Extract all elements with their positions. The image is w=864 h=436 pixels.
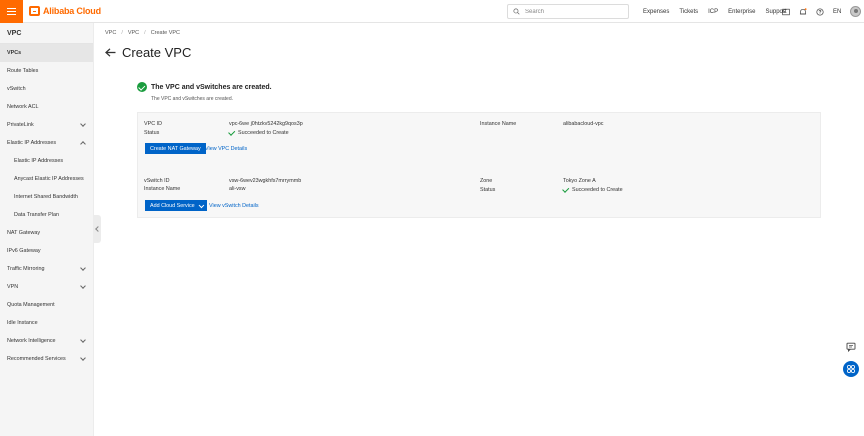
sidebar-item-idle-instance[interactable]: Idle Instance [0, 314, 93, 332]
success-check-icon [228, 128, 236, 136]
menu-icon[interactable] [0, 0, 23, 23]
success-subtitle: The VPC and vSwitches are created. [151, 96, 233, 102]
sidebar-item-data-transfer-plan[interactable]: Data Transfer Plan [0, 206, 93, 224]
sidebar-item-route-tables[interactable]: Route Tables [0, 62, 93, 80]
result-panel: VPC ID vpc-6we j0htzkv5242kg9qos3p Statu… [137, 112, 821, 218]
breadcrumb: VPC / VPC / Create VPC [105, 30, 180, 36]
feedback-button[interactable] [843, 339, 859, 355]
search-input[interactable] [525, 8, 620, 15]
sidebar-item-privatelink[interactable]: PrivateLink [0, 116, 93, 134]
chevron-down-icon [80, 121, 86, 127]
sidebar-title: VPC [0, 23, 93, 44]
sidebar: VPC VPCs Route Tables vSwitch Network AC… [0, 23, 94, 436]
chevron-down-icon [80, 265, 86, 271]
chevron-down-icon [80, 283, 86, 289]
chevron-down-icon [80, 337, 86, 343]
breadcrumb-vpc[interactable]: VPC [128, 30, 139, 36]
sidebar-item-label: Traffic Mirroring [7, 266, 45, 272]
sidebar-item-vpcs[interactable]: VPCs [0, 44, 93, 62]
vswitch-id-label: vSwitch ID [144, 178, 170, 184]
chevron-down-icon [80, 355, 86, 361]
grid-apps-icon [846, 364, 856, 374]
vswitch-id-value: vsw-6wev23wgkhfs7mrrymmb [229, 178, 302, 184]
sidebar-item-network-intelligence[interactable]: Network Intelligence [0, 332, 93, 350]
vpc-status-label: Status [144, 130, 160, 136]
sidebar-item-recommended-services[interactable]: Recommended Services [0, 350, 93, 368]
success-check-icon [137, 82, 147, 92]
sidebar-item-ipv6-gateway[interactable]: IPv6 Gateway [0, 242, 93, 260]
add-cloud-service-button[interactable]: Add Cloud Service [145, 200, 208, 211]
vpc-status-value: Succeeded to Create [238, 130, 289, 136]
sidebar-item-vpn[interactable]: VPN [0, 278, 93, 296]
back-arrow-icon[interactable] [105, 48, 116, 57]
add-cloud-service-label: Add Cloud Service [150, 202, 195, 209]
vpc-instance-name-label: Instance Name [480, 121, 517, 127]
chat-icon [846, 342, 856, 352]
sidebar-item-label: PrivateLink [7, 122, 34, 128]
help-icon[interactable] [816, 7, 824, 16]
breadcrumb-vpc-root[interactable]: VPC [105, 30, 116, 36]
vpc-status: Succeeded to Create [228, 128, 289, 136]
brand-mark-icon [29, 6, 40, 16]
breadcrumb-separator: / [121, 30, 123, 36]
sidebar-item-label: Elastic IP Addresses [7, 140, 57, 146]
sidebar-item-elastic-ip-group[interactable]: Elastic IP Addresses [0, 134, 93, 152]
search-icon [513, 8, 520, 15]
breadcrumb-separator: / [144, 30, 146, 36]
sidebar-item-network-acl[interactable]: Network ACL [0, 98, 93, 116]
alibaba-cloud-logo[interactable]: Alibaba Cloud [29, 6, 101, 16]
sidebar-item-label: VPN [7, 284, 19, 290]
vswitch-status-value: Succeeded to Create [572, 187, 623, 193]
vswitch-zone-label: Zone [480, 178, 493, 184]
nav-enterprise[interactable]: Enterprise [728, 9, 755, 15]
view-vpc-details-link[interactable]: View VPC Details [205, 146, 247, 152]
language-switch[interactable]: EN [833, 9, 841, 15]
bell-icon[interactable] [799, 7, 807, 16]
vswitch-instance-name-label: Instance Name [144, 186, 181, 192]
vswitch-status-label: Status [480, 187, 496, 193]
brand-name: Alibaba Cloud [43, 6, 101, 16]
success-check-icon [562, 185, 570, 193]
terminal-icon[interactable] [782, 8, 790, 16]
vswitch-zone-value: Tokyo Zone A [563, 178, 596, 184]
sidebar-item-vswitch[interactable]: vSwitch [0, 80, 93, 98]
apps-button[interactable] [843, 361, 859, 377]
view-vswitch-details-link[interactable]: View vSwitch Details [209, 203, 259, 209]
search-box[interactable] [507, 4, 629, 19]
top-bar: Alibaba Cloud Expenses Tickets ICP Enter… [0, 0, 864, 23]
success-title: The VPC and vSwitches are created. [151, 83, 272, 91]
create-nat-gateway-button[interactable]: Create NAT Gateway [145, 143, 206, 154]
sidebar-item-label: Network Intelligence [7, 338, 56, 344]
breadcrumb-current: Create VPC [150, 30, 181, 36]
avatar[interactable] [850, 6, 862, 17]
vpc-instance-name-value: alibabacloud-vpc [563, 121, 604, 127]
vswitch-status: Succeeded to Create [562, 185, 623, 193]
sidebar-item-quota-management[interactable]: Quota Management [0, 296, 93, 314]
sidebar-item-internet-shared-bandwidth[interactable]: Internet Shared Bandwidth [0, 188, 93, 206]
vpc-id-value: vpc-6we j0htzkv5242kg9qos3p [229, 121, 303, 127]
page-title: Create VPC [122, 45, 192, 60]
vswitch-instance-name-value: ali-vsw [229, 186, 246, 192]
top-nav: Expenses Tickets ICP Enterprise Support [643, 0, 797, 23]
nav-icp[interactable]: ICP [708, 9, 718, 15]
vpc-id-label: VPC ID [144, 121, 162, 127]
chevron-up-icon [80, 141, 86, 147]
nav-tickets[interactable]: Tickets [679, 9, 698, 15]
page-header: Create VPC [105, 45, 191, 60]
sidebar-item-label: Recommended Services [7, 356, 66, 362]
sidebar-item-elastic-ip-addresses[interactable]: Elastic IP Addresses [0, 152, 93, 170]
top-icons: EN [782, 0, 862, 23]
sidebar-collapse-handle[interactable] [94, 215, 101, 243]
sidebar-item-traffic-mirroring[interactable]: Traffic Mirroring [0, 260, 93, 278]
success-message: The VPC and vSwitches are created. The V… [137, 82, 272, 102]
chevron-down-icon [198, 202, 204, 208]
sidebar-item-anycast-eip[interactable]: Anycast Elastic IP Addresses [0, 170, 93, 188]
sidebar-item-nat-gateway[interactable]: NAT Gateway [0, 224, 93, 242]
nav-expenses[interactable]: Expenses [643, 9, 669, 15]
